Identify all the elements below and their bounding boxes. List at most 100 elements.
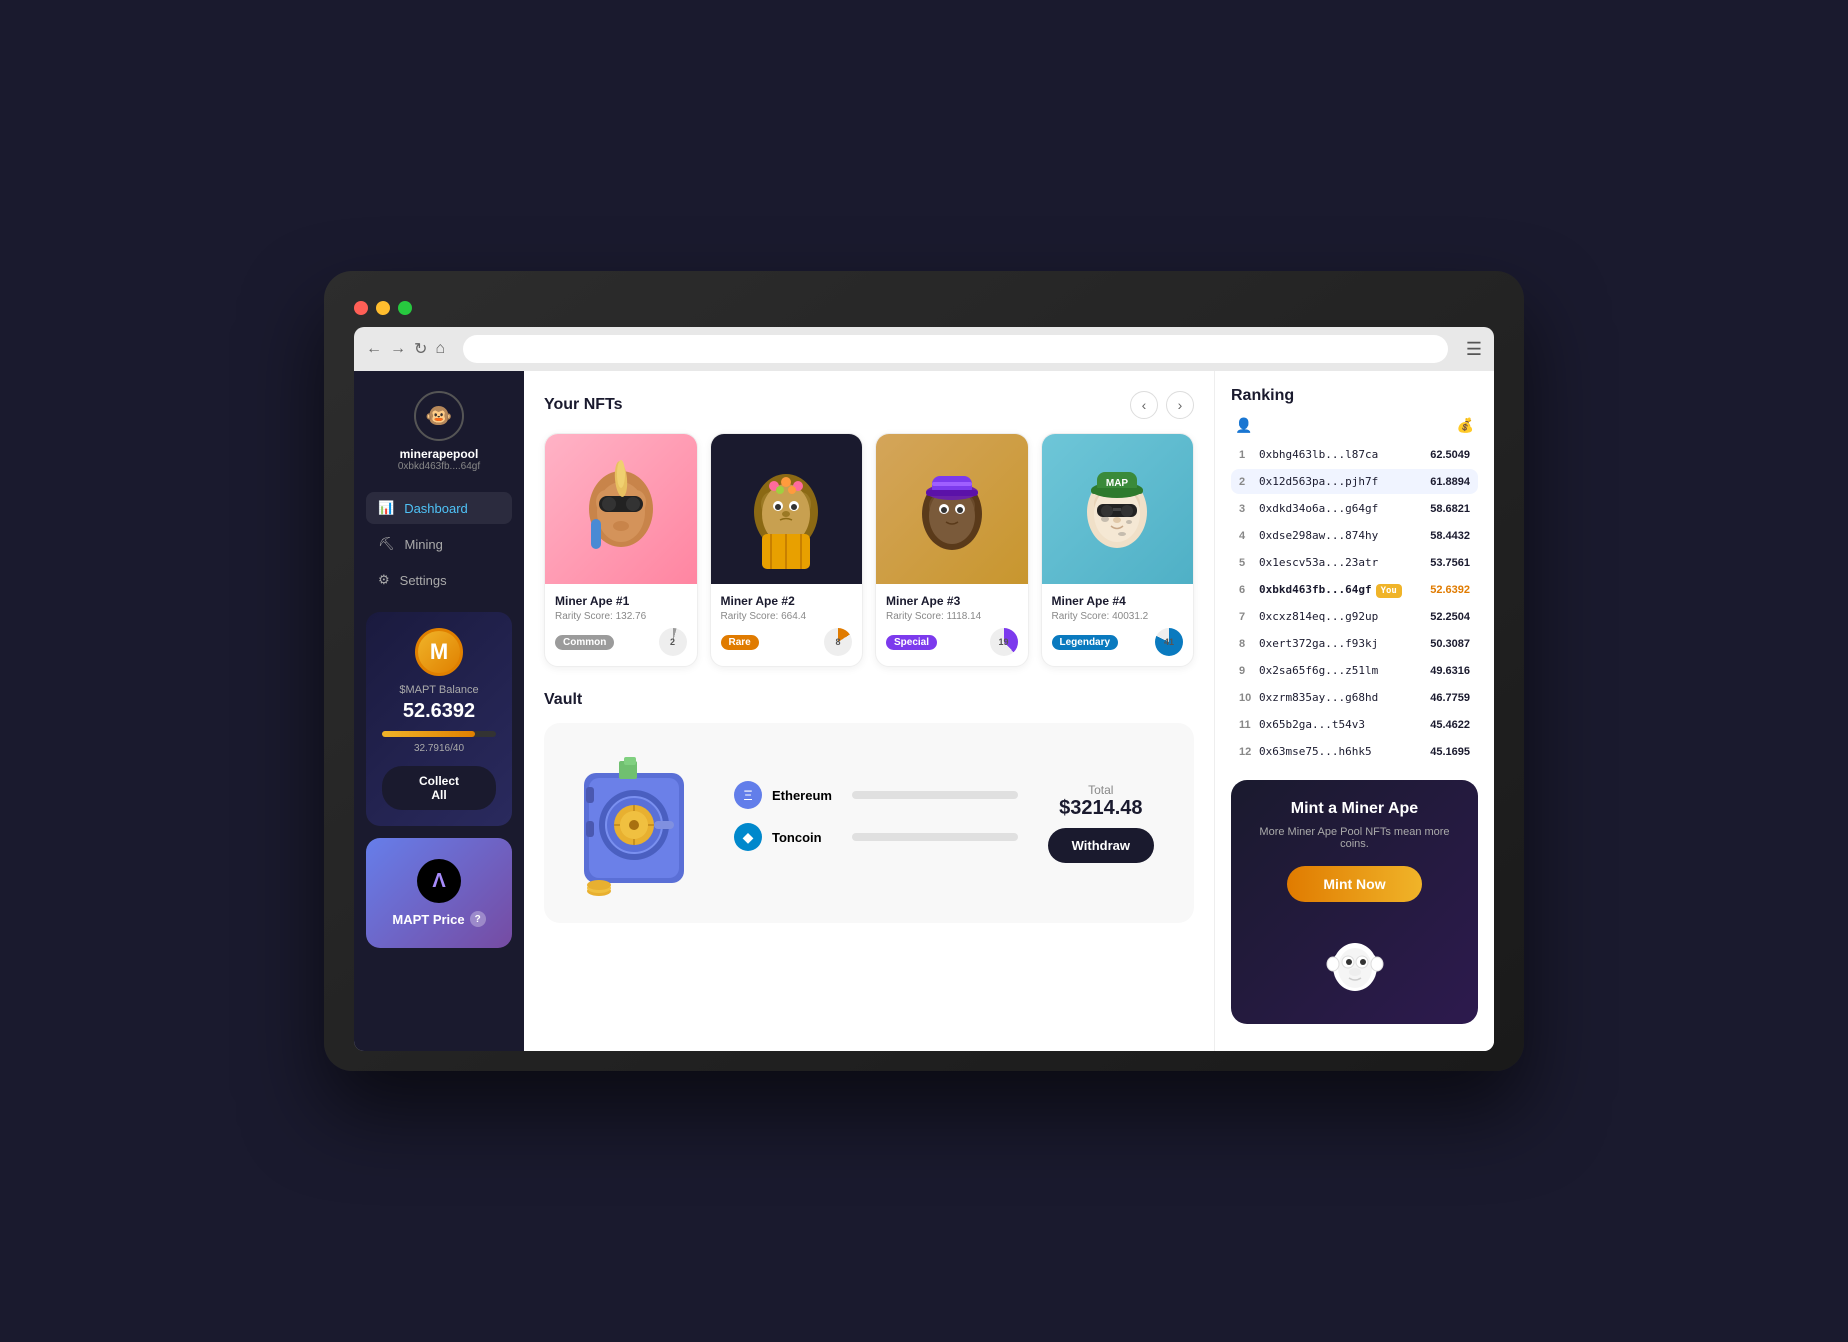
mint-ape-title: Mint a Miner Ape (1251, 800, 1458, 818)
sidebar-item-settings[interactable]: ⚙ Settings (366, 564, 512, 596)
nft-nav-arrows: ‹ › (1130, 391, 1194, 419)
ranking-row: 110x65b2ga...t54v345.4622 (1231, 712, 1478, 737)
mint-ape-description: More Miner Ape Pool NFTs mean more coins… (1251, 826, 1458, 850)
sidebar-item-label: Mining (405, 537, 443, 552)
nfts-title: Your NFTs (544, 396, 623, 414)
home-button[interactable]: ⌂ (435, 340, 445, 358)
vault-total-label: Total (1088, 783, 1113, 797)
ranking-row: 20x12d563pa...pjh7f61.8894 (1231, 469, 1478, 494)
refresh-button[interactable]: ↻ (414, 339, 427, 359)
withdraw-button[interactable]: Withdraw (1048, 828, 1154, 863)
vault-title: Vault (544, 691, 582, 709)
menu-icon[interactable]: ☰ (1466, 339, 1482, 360)
person-icon: 👤 (1235, 417, 1252, 434)
ethereum-icon: Ξ (734, 781, 762, 809)
rank-score: 45.1695 (1420, 746, 1470, 758)
nft-footer-4: Legendary 41 (1052, 628, 1184, 656)
rarity-badge-4: Legendary (1052, 635, 1119, 650)
svg-text:MAP: MAP (1106, 478, 1129, 489)
nft-card-3[interactable]: Miner Ape #3 Rarity Score: 1118.14 Speci… (875, 433, 1029, 667)
sidebar-item-label: Dashboard (404, 501, 468, 516)
progress-circle-2: 8 (824, 628, 852, 656)
mint-now-button[interactable]: Mint Now (1287, 866, 1421, 902)
wallet-address: 0xbkd463fb....64gf (398, 461, 480, 472)
nft-card-2[interactable]: Miner Ape #2 Rarity Score: 664.4 Rare 8 (710, 433, 864, 667)
sidebar: 🐵 minerapepool 0xbkd463fb....64gf 📊 Dash… (354, 371, 524, 1051)
minimize-button[interactable] (376, 301, 390, 315)
collect-all-button[interactable]: Collect All (382, 766, 496, 810)
vault-header: Vault (544, 691, 1194, 709)
ethereum-bar (852, 791, 1018, 799)
ethereum-row: Ξ Ethereum (734, 781, 1018, 809)
rarity-badge-1: Common (555, 635, 614, 650)
rank-address: 0x1escv53a...23atr (1259, 556, 1420, 569)
help-icon[interactable]: ? (470, 911, 486, 927)
nft-card-4[interactable]: MAP Miner Ape #4 Rarity Score: 40031.2 L… (1041, 433, 1195, 667)
vault-section: Ξ Ethereum ◆ Toncoin Total $3214.48 With… (544, 723, 1194, 923)
nft-rarity-3: Rarity Score: 1118.14 (886, 611, 1018, 622)
rank-score: 58.6821 (1420, 503, 1470, 515)
nft-next-button[interactable]: › (1166, 391, 1194, 419)
vault-total: Total $3214.48 Withdraw (1048, 783, 1154, 863)
browser-chrome: ← → ↻ ⌂ ☰ (354, 327, 1494, 371)
rank-number: 8 (1239, 638, 1259, 650)
nft-grid: Miner Ape #1 Rarity Score: 132.76 Common… (544, 433, 1194, 667)
vault-details: Ξ Ethereum ◆ Toncoin (734, 781, 1018, 865)
nft-card-1[interactable]: Miner Ape #1 Rarity Score: 132.76 Common… (544, 433, 698, 667)
progress-circle-3: 19 (990, 628, 1018, 656)
nft-rarity-1: Rarity Score: 132.76 (555, 611, 687, 622)
nft-rarity-4: Rarity Score: 40031.2 (1052, 611, 1184, 622)
toncoin-label: Toncoin (772, 830, 842, 845)
rank-address: 0xdkd34o6a...g64gf (1259, 502, 1420, 515)
toncoin-row: ◆ Toncoin (734, 823, 1018, 851)
nft-footer-2: Rare 8 (721, 628, 853, 656)
rank-number: 3 (1239, 503, 1259, 515)
nft-name-3: Miner Ape #3 (886, 594, 1018, 608)
nft-footer-3: Special 19 (886, 628, 1018, 656)
rank-number: 4 (1239, 530, 1259, 542)
rank-number: 7 (1239, 611, 1259, 623)
balance-label: $MAPT Balance (399, 684, 478, 696)
sidebar-item-mining[interactable]: ⛏ Mining (366, 528, 512, 560)
rank-number: 10 (1239, 692, 1259, 704)
avatar: 🐵 (414, 391, 464, 441)
ranking-row: 70xcxz814eq...g92up52.2504 (1231, 604, 1478, 629)
nft-name-4: Miner Ape #4 (1052, 594, 1184, 608)
nft-rarity-2: Rarity Score: 664.4 (721, 611, 853, 622)
nft-info-2: Miner Ape #2 Rarity Score: 664.4 Rare 8 (711, 584, 863, 666)
forward-button[interactable]: → (390, 340, 406, 358)
close-button[interactable] (354, 301, 368, 315)
nft-name-1: Miner Ape #1 (555, 594, 687, 608)
sidebar-item-dashboard[interactable]: 📊 Dashboard (366, 492, 512, 524)
browser-content: 🐵 minerapepool 0xbkd463fb....64gf 📊 Dash… (354, 371, 1494, 1051)
ranking-row: 60xbkd463fb...64gfYou52.6392 (1231, 577, 1478, 602)
ranking-title: Ranking (1231, 387, 1478, 405)
nft-name-2: Miner Ape #2 (721, 594, 853, 608)
vault-illustration (564, 743, 704, 903)
nft-info-3: Miner Ape #3 Rarity Score: 1118.14 Speci… (876, 584, 1028, 666)
nft-info-1: Miner Ape #1 Rarity Score: 132.76 Common… (545, 584, 697, 666)
ranking-row: 40xdse298aw...874hy58.4432 (1231, 523, 1478, 548)
back-button[interactable]: ← (366, 340, 382, 358)
address-bar[interactable] (463, 335, 1448, 363)
rank-number: 6 (1239, 584, 1259, 596)
laptop-shell: ← → ↻ ⌂ ☰ 🐵 minerapepool 0xbkd463fb....6… (324, 271, 1524, 1071)
toncoin-bar (852, 833, 1018, 841)
rarity-badge-2: Rare (721, 635, 759, 650)
rank-score: 45.4622 (1420, 719, 1470, 731)
coin-icon: M (415, 628, 463, 676)
mining-icon: ⛏ (378, 536, 395, 552)
rank-number: 11 (1239, 719, 1259, 731)
balance-card: M $MAPT Balance 52.6392 32.7916/40 Colle… (366, 612, 512, 826)
ranking-row: 10xbhg463lb...l87ca62.5049 (1231, 442, 1478, 467)
nft-prev-button[interactable]: ‹ (1130, 391, 1158, 419)
nft-image-2 (711, 434, 863, 584)
maximize-button[interactable] (398, 301, 412, 315)
settings-icon: ⚙ (378, 572, 390, 588)
browser-nav: ← → ↻ ⌂ (366, 339, 445, 359)
rank-address: 0x65b2ga...t54v3 (1259, 718, 1420, 731)
score-icon: 💰 (1457, 417, 1474, 434)
nav-items: 📊 Dashboard ⛏ Mining ⚙ Settings (366, 492, 512, 596)
mapt-price-card: Λ MAPT Price ? (366, 838, 512, 948)
rank-address: 0xcxz814eq...g92up (1259, 610, 1420, 623)
